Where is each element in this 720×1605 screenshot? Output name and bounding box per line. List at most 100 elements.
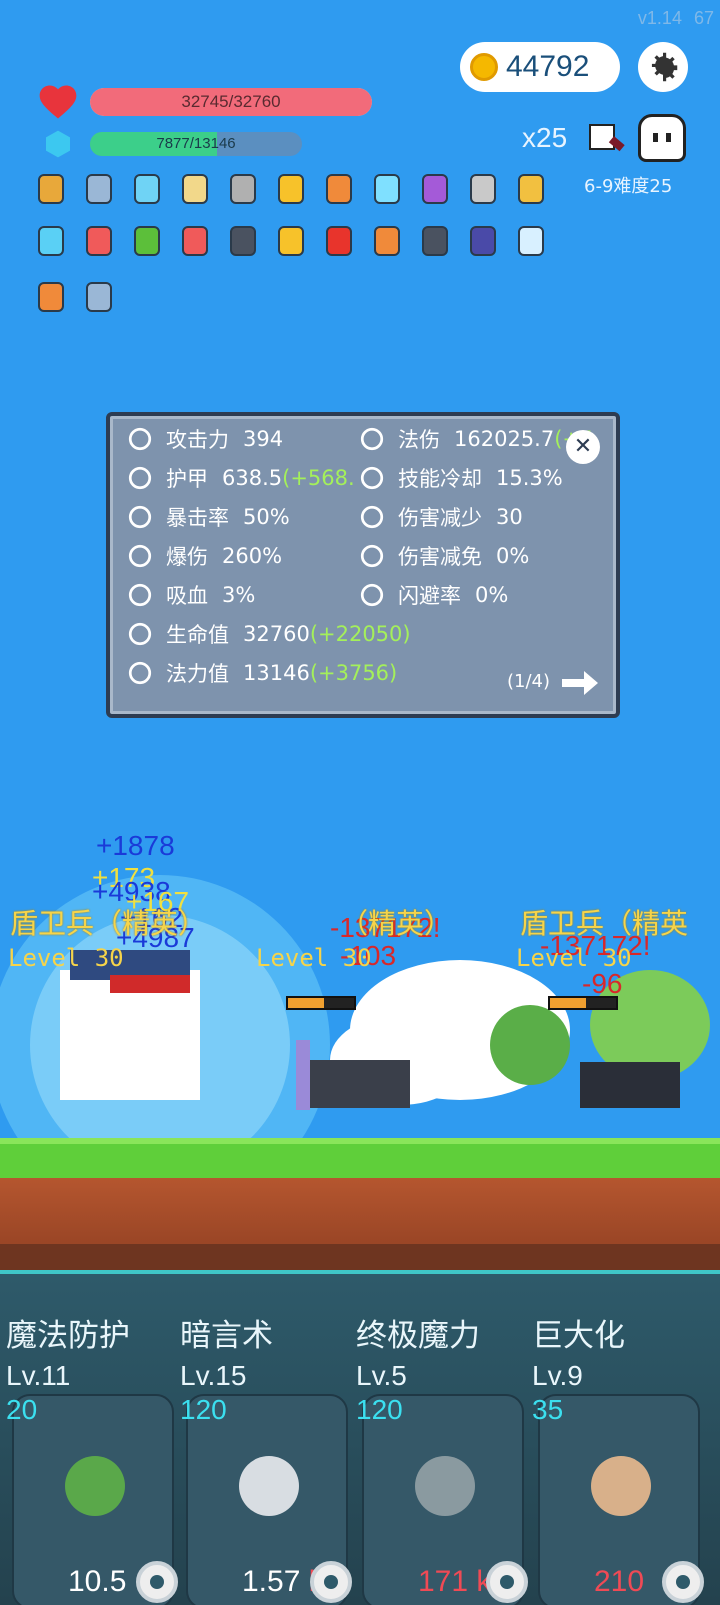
diamond-icon[interactable] [126, 168, 168, 210]
torch-icon[interactable] [366, 220, 408, 262]
stat-value: 30 [496, 505, 523, 529]
skull-book-icon[interactable] [414, 220, 456, 262]
heart-icon [39, 85, 77, 119]
stat-label: 伤害减免 [398, 545, 482, 569]
stat-value: 0% [475, 583, 509, 607]
enemy-level: Level 30 [8, 944, 124, 972]
skill-cooldown-icon[interactable] [486, 1561, 528, 1603]
gear-icon [651, 52, 678, 82]
mp-bar: 7877/13146 [90, 132, 302, 156]
skull-book-icon[interactable] [222, 220, 264, 262]
ghost-icon [229, 1446, 309, 1526]
eye-icon [405, 1446, 485, 1526]
leaf-icon [55, 1446, 135, 1526]
skill-name: 终极魔力 [356, 1318, 480, 1354]
boss-cleaver-icon[interactable] [584, 114, 632, 164]
shield-icon[interactable] [78, 276, 120, 318]
fist-icon [581, 1446, 661, 1526]
skill-cooldown-icon[interactable] [310, 1561, 352, 1603]
shield-icon[interactable] [78, 168, 120, 210]
stat-value: 15.3% [496, 466, 563, 490]
mp-text: 7877/13146 [156, 135, 236, 152]
settings-button[interactable] [638, 42, 688, 92]
heal-number: +1878 [96, 830, 175, 861]
ring-icon[interactable] [510, 168, 552, 210]
enemy-hp-bar [286, 996, 356, 1010]
dodge-icon [358, 581, 386, 609]
enemy-hp-fill [288, 998, 325, 1008]
heart-icon [358, 542, 386, 570]
sun-icon[interactable] [270, 220, 312, 262]
skill-cooldown-icon[interactable] [136, 1561, 178, 1603]
sapling-icon[interactable] [126, 220, 168, 262]
enemy-hp-bar [548, 996, 618, 1010]
close-button[interactable]: ✕ [566, 430, 600, 464]
pill-icon[interactable] [78, 220, 120, 262]
skill-cost: 35 [532, 1394, 564, 1425]
damage-multiplier: x25 [522, 122, 568, 153]
enemy-level: Level 30 [516, 944, 632, 972]
stat-label: 法伤 [398, 428, 440, 452]
stat-row-right-0: 法伤162025.7(+5 [358, 424, 593, 454]
coin-counter[interactable]: 44792 [460, 42, 620, 92]
stat-row-right-3: 伤害减免 0% [358, 541, 529, 571]
magic-wand-icon [358, 425, 386, 453]
wizard-hat-icon[interactable] [462, 220, 504, 262]
skill-name: 暗言术 [180, 1318, 273, 1354]
stat-row-right-2: 伤害减少 30 [358, 502, 523, 532]
stat-label: 伤害减少 [398, 506, 482, 530]
skill-name: 巨大化 [532, 1318, 625, 1354]
apple-icon[interactable] [318, 220, 360, 262]
sun-icon[interactable] [270, 168, 312, 210]
skill-damage: 171 k [418, 1565, 492, 1598]
skill-cost: 20 [6, 1394, 38, 1425]
pill-icon[interactable] [174, 220, 216, 262]
skill-damage: 210 [594, 1565, 645, 1598]
skill-cost: 120 [180, 1394, 227, 1425]
crystal-ball-icon[interactable] [414, 168, 456, 210]
stats-panel: 攻击力 394 护甲 638.5 (+568. 暴击率 50% 爆伤 260% 吸血 3% 生命值 32… [106, 412, 620, 718]
stat-value: 162025.7 [454, 427, 555, 451]
ground-dark [0, 1244, 720, 1270]
torch-icon[interactable] [318, 168, 360, 210]
stat-label: 技能冷却 [398, 467, 482, 491]
fps-text: 67 [693, 8, 714, 28]
next-page-arrow-icon[interactable] [560, 668, 600, 698]
mana-gem-icon [46, 130, 70, 158]
cooldown-shield-icon [358, 464, 386, 492]
skill-damage: 10.5 [68, 1565, 127, 1598]
skill-bar: 魔法防护Lv.1110.520暗言术Lv.151.57 k120终极魔力Lv.5… [0, 1270, 720, 1605]
axe-icon[interactable] [222, 168, 264, 210]
stat-value: 0% [496, 544, 530, 568]
enemy-ghost-icon[interactable] [638, 114, 686, 162]
enemy-name: 盾卫兵（精英） [10, 907, 207, 940]
book-icon[interactable] [30, 168, 72, 210]
sword-icon[interactable] [462, 168, 504, 210]
skill-cooldown-icon[interactable] [662, 1561, 704, 1603]
stat-row-right-4: 闪避率 0% [358, 580, 508, 610]
hp-bar: 32745/32760 [90, 88, 372, 116]
hp-text: 32745/32760 [181, 92, 281, 111]
stat-label: 闪避率 [398, 584, 461, 608]
enemy-name: （精英） [340, 907, 453, 940]
skill-level: Lv.11 [6, 1360, 71, 1391]
ground-grass [0, 1138, 720, 1178]
torch-icon[interactable] [30, 276, 72, 318]
coin-value: 44792 [506, 50, 590, 83]
skill-level: Lv.9 [532, 1360, 583, 1391]
wind-icon[interactable] [510, 220, 552, 262]
coin-icon [470, 53, 498, 81]
skill-cost: 120 [356, 1394, 403, 1425]
skill-level: Lv.5 [356, 1360, 407, 1391]
page-indicator: (1/4) [506, 671, 550, 692]
version-label: v1.14 67 [626, 8, 714, 29]
skill-level: Lv.15 [180, 1360, 247, 1391]
difficulty-label: 6-9难度25 [584, 176, 673, 197]
enemy-name: 盾卫兵（精英 [520, 907, 689, 940]
skill-name: 魔法防护 [6, 1318, 130, 1354]
scroll-icon[interactable] [174, 168, 216, 210]
ice-crystal-icon[interactable] [366, 168, 408, 210]
enemy-level: Level 30 [256, 944, 372, 972]
stat-row-right-1: 技能冷却 15.3% [358, 463, 563, 493]
blue-crystal-icon[interactable] [30, 220, 72, 262]
